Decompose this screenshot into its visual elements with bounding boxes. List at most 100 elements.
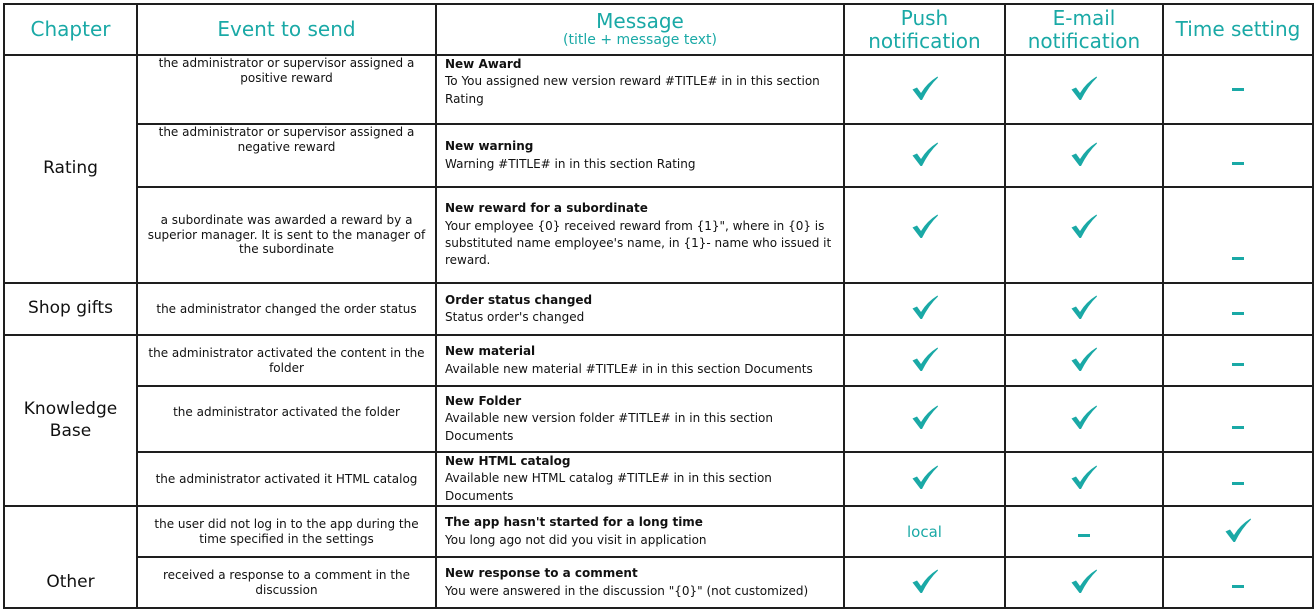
message-cell: New response to a comment You were answer…: [435, 556, 845, 609]
push-cell: [843, 450, 1006, 508]
time-cell: [1162, 54, 1314, 125]
check-icon: [1070, 464, 1098, 490]
time-cell: [1162, 334, 1314, 387]
chapter-label-line1: Knowledge: [23, 399, 118, 420]
header-row: Chapter Event to send Message (title + m…: [3, 3, 1314, 56]
event-cell: the user did not log in to the app durin…: [136, 505, 437, 559]
event-cell: the administrator activated the folder: [136, 385, 437, 453]
chapter-knowledge-base: Knowledge Base: [3, 333, 138, 508]
email-cell: [1004, 385, 1164, 453]
email-cell: [1004, 334, 1164, 387]
table-row: the administrator activated the folder N…: [4, 385, 1314, 453]
dash-icon: [1232, 363, 1244, 366]
notifications-table: Chapter Event to send Message (title + m…: [3, 3, 1314, 609]
chapter-other: Other: [3, 505, 138, 609]
push-cell: [843, 385, 1006, 453]
event-text: the administrator changed the order stat…: [156, 301, 417, 316]
time-cell: [1162, 282, 1314, 336]
header-event: Event to send: [136, 3, 437, 56]
check-icon: [1070, 141, 1098, 167]
message-body: You long ago not did you visit in applic…: [445, 532, 707, 547]
message-title: New HTML catalog: [445, 454, 571, 468]
email-cell: [1004, 505, 1164, 559]
message-body: You were answered in the discussion "{0}…: [445, 583, 809, 598]
time-cell: [1162, 556, 1314, 609]
message-body: Status order's changed: [445, 310, 585, 324]
chapter-label-line2: Base: [49, 420, 92, 441]
event-cell: the administrator activated the content …: [136, 334, 437, 387]
header-push: Push notification: [843, 3, 1006, 56]
dash-icon: [1232, 311, 1244, 315]
header-chapter: Chapter: [3, 3, 138, 56]
message-cell: New reward for a subordinate Your employe…: [435, 186, 845, 284]
header-time-label: Time setting: [1175, 17, 1301, 42]
event-text: the user did not log in to the app durin…: [154, 517, 419, 546]
event-text: a subordinate was awarded a reward by a …: [147, 213, 426, 257]
check-icon: [1224, 517, 1252, 543]
push-cell: [843, 186, 1006, 284]
header-event-label: Event to send: [217, 17, 356, 42]
check-icon: [911, 141, 939, 167]
message-title: Order status changed: [445, 292, 593, 307]
push-cell: [843, 556, 1006, 609]
table-row: Shop gifts the administrator changed the…: [3, 282, 1314, 336]
chapter-label: Shop gifts: [28, 298, 113, 319]
check-icon: [911, 75, 939, 101]
event-text: the administrator activated the folder: [173, 405, 400, 419]
check-icon: [911, 213, 939, 239]
time-cell: [1162, 505, 1314, 559]
message-title: New Folder: [445, 393, 522, 408]
header-email: E-mail notification: [1004, 3, 1164, 56]
message-cell: New warning Warning #TITLE# in in this se…: [435, 123, 845, 188]
check-icon: [1070, 568, 1098, 594]
local-label: local: [907, 523, 942, 542]
time-cell: [1162, 123, 1314, 188]
message-title: New warning: [445, 139, 534, 154]
message-title: The app hasn't started for a long time: [445, 515, 703, 530]
table-row: the administrator activated it HTML cata…: [4, 450, 1314, 508]
chapter-label: Other: [46, 571, 95, 592]
dash-icon: [1232, 425, 1244, 429]
event-text: the administrator activated the content …: [148, 345, 425, 375]
time-cell: [1162, 186, 1314, 284]
table-row: the administrator or supervisor assigned…: [4, 123, 1314, 188]
message-body: Warning #TITLE# in in this section Ratin…: [445, 156, 696, 171]
message-body: To You assigned new version reward #TITL…: [445, 74, 820, 106]
time-cell: [1162, 385, 1314, 453]
check-icon: [1070, 75, 1098, 101]
push-cell: [843, 334, 1006, 387]
table-row: Other the user did not log in to the app…: [3, 505, 1314, 609]
message-cell: New Award To You assigned new version rew…: [435, 54, 845, 125]
message-cell: New material Available new material #TITL…: [435, 334, 845, 387]
header-push-line2: notification: [868, 28, 981, 53]
message-body: Available new material #TITLE# in in thi…: [445, 361, 813, 376]
chapter-rating: Rating: [3, 54, 138, 284]
dash-icon: [1078, 534, 1090, 538]
push-cell: [843, 123, 1006, 188]
check-icon: [911, 404, 939, 430]
check-icon: [1070, 404, 1098, 430]
dash-icon: [1232, 162, 1244, 165]
check-icon: [911, 294, 939, 320]
message-body: Available new HTML catalog #TITLE# in in…: [445, 471, 772, 503]
chapter-label: Rating: [43, 158, 98, 179]
table-row: a subordinate was awarded a reward by a …: [4, 186, 1314, 284]
event-text: the administrator or supervisor assigned…: [158, 56, 415, 85]
event-text: received a response to a comment in the …: [162, 568, 411, 597]
header-email-line1: E-mail: [1052, 6, 1116, 31]
check-icon: [1070, 294, 1098, 320]
email-cell: [1004, 282, 1164, 336]
event-cell: a subordinate was awarded a reward by a …: [136, 186, 437, 284]
dash-icon: [1232, 481, 1244, 485]
header-message-sub: (title + message text): [563, 31, 717, 48]
push-cell: [843, 54, 1006, 125]
event-text: the administrator activated it HTML cata…: [155, 471, 418, 486]
message-title: New material: [445, 344, 536, 359]
table-row: Knowledge Base the administrator activate…: [3, 333, 1314, 508]
message-cell: The app hasn't started for a long time Yo…: [435, 505, 845, 559]
check-icon: [911, 568, 939, 594]
email-cell: [1004, 123, 1164, 188]
event-cell: the administrator activated it HTML cata…: [136, 450, 437, 508]
message-cell: Order status changed Status order's chang…: [435, 282, 845, 336]
event-cell: the administrator or supervisor assigned…: [136, 54, 437, 125]
